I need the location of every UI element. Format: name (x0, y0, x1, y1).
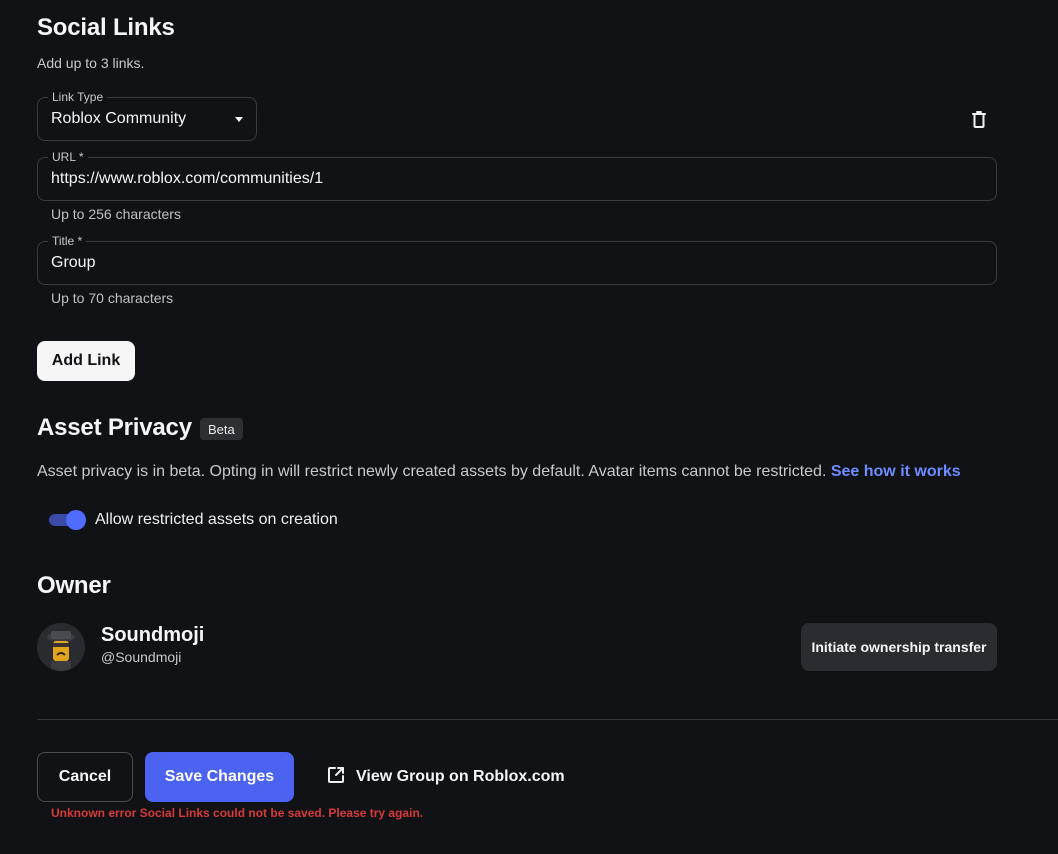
caret-down-icon (235, 117, 243, 122)
see-how-it-works-link[interactable]: See how it works (831, 463, 961, 480)
view-group-link[interactable]: View Group on Roblox.com (326, 752, 565, 802)
beta-badge: Beta (200, 418, 243, 440)
save-changes-button[interactable]: Save Changes (145, 752, 294, 802)
asset-privacy-title: Asset Privacy (37, 414, 192, 441)
asset-privacy-text: Asset privacy is in beta. Opting in will… (37, 463, 827, 480)
asset-privacy-description: Asset privacy is in beta. Opting in will… (37, 463, 961, 481)
owner-name[interactable]: Soundmoji (101, 624, 204, 647)
view-group-label: View Group on Roblox.com (356, 768, 565, 785)
trash-icon[interactable] (967, 108, 991, 132)
social-links-subtitle: Add up to 3 links. (37, 55, 145, 71)
url-field[interactable]: URL * https://www.roblox.com/communities… (37, 149, 997, 201)
add-link-button[interactable]: Add Link (37, 341, 135, 381)
title-helper: Up to 70 characters (51, 290, 174, 306)
group-settings-page: Social Links Add up to 3 links. Link Typ… (0, 0, 1058, 854)
avatar (37, 623, 85, 671)
url-value: https://www.roblox.com/communities/1 (51, 170, 324, 187)
initiate-ownership-transfer-button[interactable]: Initiate ownership transfer (801, 623, 997, 671)
cancel-button[interactable]: Cancel (37, 752, 133, 802)
restricted-assets-label: Allow restricted assets on creation (95, 511, 338, 528)
external-link-icon (326, 765, 346, 790)
url-helper: Up to 256 characters (51, 206, 181, 222)
save-error-message: Unknown error Social Links could not be … (51, 806, 424, 820)
owner-handle: @Soundmoji (101, 649, 182, 665)
social-links-title: Social Links (37, 14, 175, 41)
owner-title: Owner (37, 572, 111, 599)
toggle-knob (66, 510, 86, 530)
divider (37, 719, 1058, 720)
link-type-select[interactable]: Link Type Roblox Community (37, 89, 257, 141)
title-field[interactable]: Title * Group (37, 233, 997, 285)
restricted-assets-toggle[interactable] (49, 510, 87, 530)
link-type-value: Roblox Community (51, 110, 187, 127)
avatar-image (37, 623, 85, 671)
title-value: Group (51, 254, 96, 271)
